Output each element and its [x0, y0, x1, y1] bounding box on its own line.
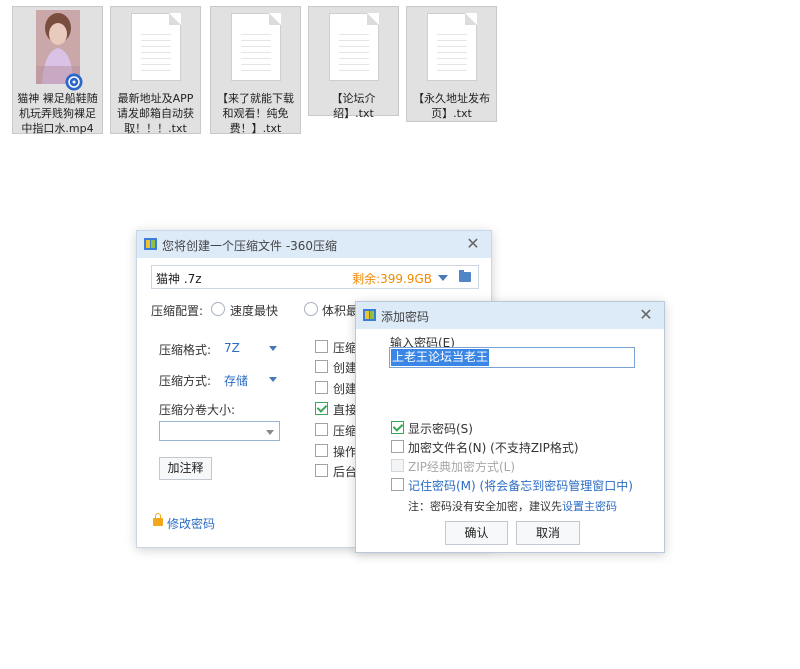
archive-path-field[interactable]: 猫神 .7z 剩余:399.9GB: [151, 265, 479, 289]
security-note-text: 注：密码没有安全加密，建议先: [408, 500, 562, 513]
text-file-icon: [130, 13, 181, 81]
option-checkbox-3[interactable]: [315, 402, 328, 415]
remember-password-checkbox[interactable]: [391, 478, 404, 491]
archive-filename: 猫神 .7z: [156, 272, 202, 286]
cancel-button[interactable]: 取消: [516, 521, 580, 545]
option-label-5: 操作: [333, 445, 358, 459]
chevron-down-icon[interactable]: [266, 430, 274, 435]
radio-smallest-label: 体积最: [322, 304, 359, 318]
compress-titlebar[interactable]: 您将创建一个压缩文件 -360压缩 ✕: [137, 231, 491, 258]
show-password-checkbox[interactable]: [391, 421, 404, 434]
option-label-6: 后台: [333, 465, 358, 479]
option-checkbox-5[interactable]: [315, 444, 328, 457]
file-txt-3[interactable]: 【论坛介绍】.txt: [308, 6, 399, 120]
confirm-button[interactable]: 确认: [445, 521, 508, 545]
radio-fastest-label: 速度最快: [230, 304, 279, 318]
option-label-2: 创建: [333, 382, 358, 396]
folder-icon[interactable]: [459, 270, 471, 282]
close-icon[interactable]: ✕: [636, 305, 656, 325]
option-label-4: 压缩: [333, 424, 358, 438]
archive-app-icon: [363, 309, 376, 321]
option-checkbox-0[interactable]: [315, 340, 328, 353]
format-label: 压缩格式:: [159, 343, 212, 357]
file-txt-2[interactable]: 【来了就能下载 和观看！纯免 费！】.txt: [210, 6, 301, 135]
file-label-3: 【论坛介绍】.txt: [331, 92, 376, 120]
chevron-down-icon[interactable]: [438, 275, 448, 281]
file-video[interactable]: 猫神 裸足船鞋随 机玩弄贱狗裸足 中指口水.mp4: [12, 6, 103, 135]
config-label: 压缩配置:: [151, 304, 204, 318]
file-label-2: 【来了就能下载 和观看！纯免 费！】.txt: [217, 92, 294, 135]
file-label-0: 猫神 裸足船鞋随 机玩弄贱狗裸足 中指口水.mp4: [17, 92, 98, 135]
radio-smallest[interactable]: [304, 302, 318, 316]
video-player-icon: [65, 73, 83, 91]
zip-classic-label: ZIP经典加密方式(L): [408, 460, 516, 474]
split-size-combo[interactable]: [159, 421, 280, 441]
file-label-1: 最新地址及APP 请发邮箱自动获 取！！！.txt: [117, 92, 194, 135]
zip-classic-checkbox[interactable]: [391, 459, 404, 472]
remember-password-label: 记住密码(M) (将会备忘到密码管理窗口中): [408, 479, 633, 493]
archive-app-icon: [144, 238, 157, 250]
encrypt-names-label: 加密文件名(N) (不支持ZIP格式): [408, 441, 579, 455]
option-checkbox-4[interactable]: [315, 423, 328, 436]
radio-fastest[interactable]: [211, 302, 225, 316]
free-space-label: 剩余:399.9GB: [352, 272, 432, 286]
password-value: 上老王论坛当老王: [391, 349, 490, 366]
file-txt-4[interactable]: 【永久地址发布 页】.txt: [406, 6, 497, 122]
option-checkbox-6[interactable]: [315, 464, 328, 477]
password-title: 添加密码: [381, 310, 430, 324]
text-file-icon: [426, 13, 477, 81]
password-titlebar[interactable]: 添加密码 ✕: [356, 302, 664, 329]
password-dialog: 添加密码 ✕ 输入密码(E) 上老王论坛当老王 显示密码(S) 加密文件名(N)…: [355, 301, 665, 553]
password-input[interactable]: 上老王论坛当老王: [389, 347, 635, 368]
option-checkbox-1[interactable]: [315, 360, 328, 373]
show-password-label: 显示密码(S): [408, 422, 473, 436]
method-select[interactable]: 存储: [224, 372, 248, 389]
option-label-0: 压缩: [333, 341, 358, 355]
file-label-4: 【永久地址发布 页】.txt: [413, 92, 490, 120]
change-password-link[interactable]: 修改密码: [167, 515, 215, 532]
option-checkbox-2[interactable]: [315, 381, 328, 394]
split-label: 压缩分卷大小:: [159, 403, 236, 417]
format-select[interactable]: 7Z: [224, 341, 240, 355]
text-file-icon: [230, 13, 281, 81]
chevron-down-icon[interactable]: [269, 377, 277, 382]
encrypt-names-checkbox[interactable]: [391, 440, 404, 453]
chevron-down-icon[interactable]: [269, 346, 277, 351]
close-icon[interactable]: ✕: [463, 234, 483, 254]
add-comment-button[interactable]: 加注释: [159, 457, 212, 480]
option-label-1: 创建: [333, 361, 358, 375]
text-file-icon: [328, 13, 379, 81]
method-label: 压缩方式:: [159, 374, 212, 388]
lock-icon: [153, 513, 163, 526]
security-note: 注：密码没有安全加密，建议先设置主密码: [408, 498, 617, 514]
compress-title: 您将创建一个压缩文件 -360压缩: [162, 239, 338, 253]
file-txt-1[interactable]: 最新地址及APP 请发邮箱自动获 取！！！.txt: [110, 6, 201, 135]
set-master-password-link[interactable]: 设置主密码: [562, 500, 617, 513]
option-label-3: 直接: [333, 403, 358, 417]
